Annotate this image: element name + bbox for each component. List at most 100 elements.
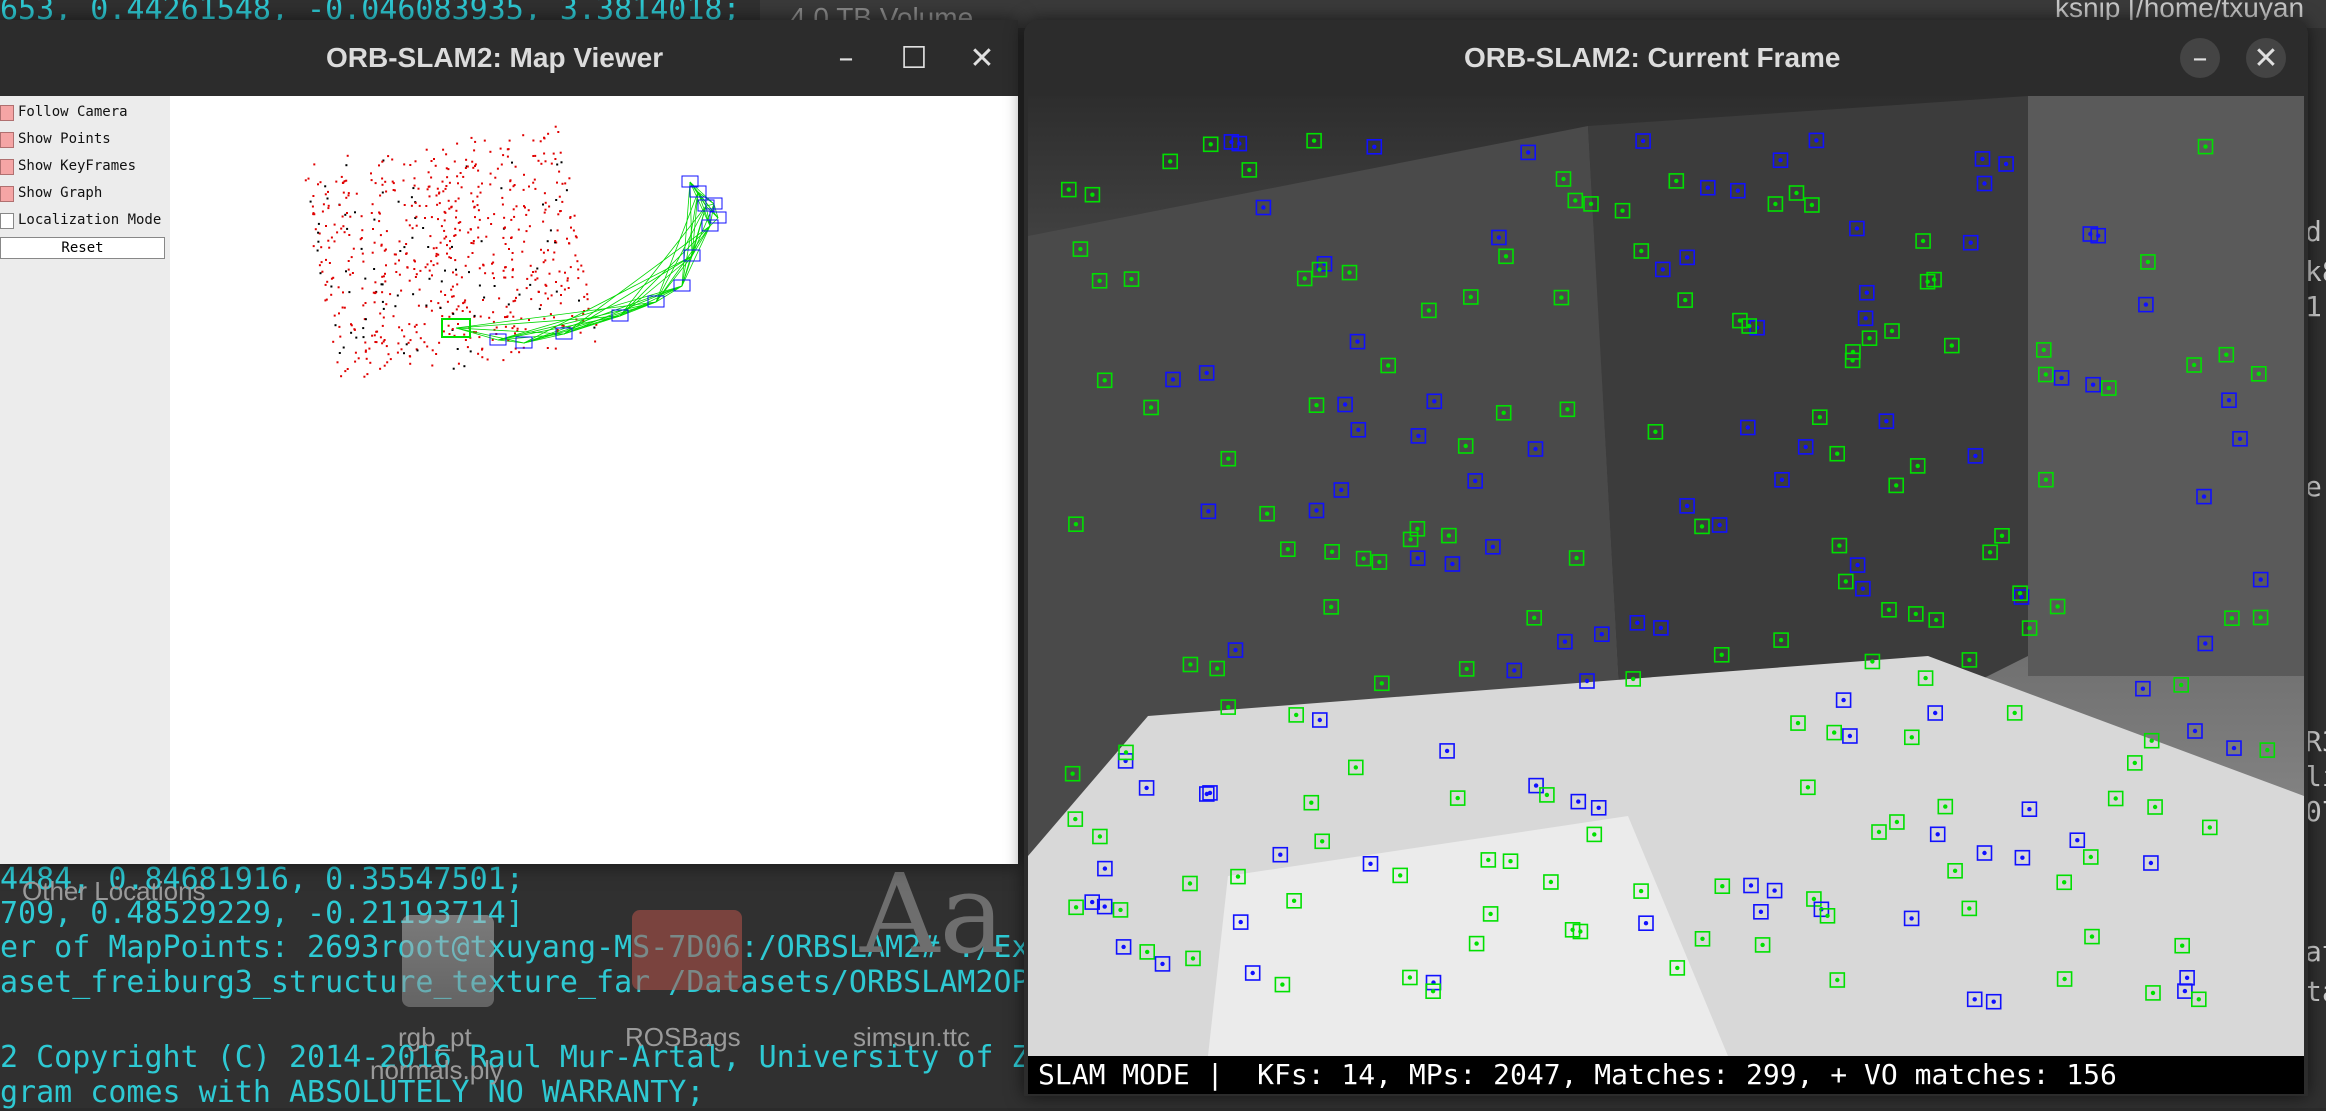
map-point [543,137,546,140]
map-point [498,297,501,300]
map-point [425,205,428,207]
map-point [428,195,431,198]
map-point [405,252,408,255]
map-point [444,269,446,272]
font-file-icon[interactable]: Aa [860,850,1005,978]
map-point [374,281,377,284]
map-point [462,302,465,305]
minimize-icon[interactable]: – [2180,38,2220,78]
map-point [413,184,416,187]
map-point [370,212,373,214]
map-point [472,240,475,242]
map-viewer-titlebar[interactable]: ORB-SLAM2: Map Viewer – ☐ ✕ [0,20,1018,96]
desktop-file-rgb-pt[interactable]: rgb_pt [398,1022,472,1053]
map-point [564,182,567,185]
tracked-feature [1084,186,1101,203]
map-point [553,316,555,319]
map-point [333,314,336,317]
map-point [561,182,564,185]
map-point [368,347,371,350]
localization-mode-checkbox[interactable] [0,213,14,229]
desktop-file-rosbags[interactable]: ROSBags [625,1022,741,1053]
current-frame-titlebar[interactable]: ORB-SLAM2: Current Frame – ✕ [1024,20,2308,96]
map-point [364,277,367,280]
map-point [382,316,385,319]
map-point [333,240,336,243]
maximize-icon[interactable]: ☐ [894,38,934,78]
map-point [444,294,447,296]
map-point [514,165,517,168]
map-point [473,314,476,317]
follow-camera-toggle[interactable]: Follow Camera [0,102,170,124]
map-point [381,300,384,303]
reset-button[interactable]: Reset [0,237,165,259]
map-point [544,292,547,295]
map-point [317,222,320,225]
map-point [559,151,562,154]
map-point [568,242,571,245]
map-point [543,192,546,195]
show-keyframes-toggle[interactable]: Show KeyFrames [0,156,170,178]
map-point [319,272,322,275]
map-point [555,290,558,293]
show-graph-checkbox[interactable] [0,186,14,202]
map-point [407,341,410,344]
show-points-toggle[interactable]: Show Points [0,129,170,151]
folder-icon[interactable] [632,910,742,990]
map-point [343,231,346,234]
localization-mode-toggle[interactable]: Localization Mode [0,210,170,232]
map-point [385,230,388,233]
map-point [489,183,492,186]
map-point [335,180,338,183]
map-point [533,178,536,181]
desktop-file-normals[interactable]: normals.ply [370,1055,503,1086]
follow-camera-checkbox[interactable] [0,105,14,121]
map-point [526,277,529,280]
map-point [372,228,374,230]
localization-mode-label: Localization Mode [18,212,162,228]
map-point [371,203,374,206]
map-point [324,185,327,188]
minimize-icon[interactable]: – [826,38,866,78]
map-point [391,158,394,161]
map-point [362,304,365,307]
desktop-file-other-locations[interactable]: Other Locations [22,876,206,907]
map-point [435,255,438,258]
map-point [450,288,453,291]
show-points-checkbox[interactable] [0,132,14,148]
map-point [333,223,336,226]
map-viewer-canvas[interactable] [170,96,1018,864]
map-point [398,273,401,276]
map-point [409,355,412,358]
show-graph-toggle[interactable]: Show Graph [0,183,170,205]
map-point [511,252,514,254]
map-point [445,235,448,238]
map-point [364,302,367,304]
map-point [451,285,454,288]
map-point [389,293,392,296]
map-point [502,359,505,362]
map-point [483,139,486,142]
map-point [428,277,431,280]
map-point [382,275,385,278]
map-point [464,339,467,341]
map-point [502,236,505,239]
close-icon[interactable]: ✕ [2246,38,2286,78]
map-point [383,249,386,252]
map-point [415,273,418,276]
map-point [546,347,549,349]
map-point [553,251,556,254]
map-point [389,358,392,361]
document-icon[interactable] [402,915,494,1007]
map-point [409,164,412,166]
show-keyframes-checkbox[interactable] [0,159,14,175]
close-icon[interactable]: ✕ [962,38,1002,78]
map-point [446,252,448,255]
desktop-file-simsun[interactable]: simsun.ttc [853,1022,970,1053]
map-point [385,264,387,267]
map-point [481,356,484,359]
map-point [435,194,438,197]
map-point [544,208,547,211]
map-point [348,291,351,294]
map-point [507,303,510,306]
